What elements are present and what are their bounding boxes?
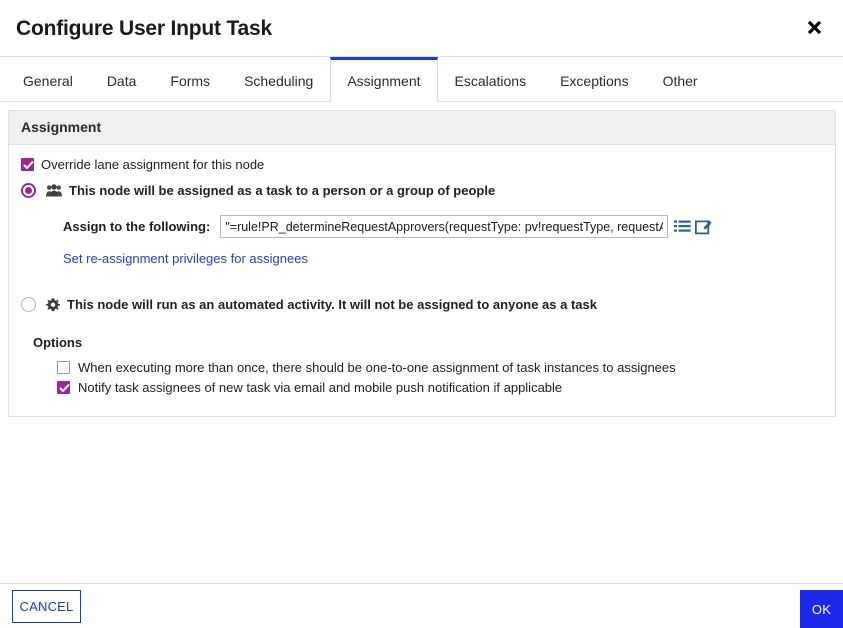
assign-to-icons — [674, 219, 712, 235]
assign-to-person-radio[interactable] — [21, 183, 36, 198]
tab-exceptions[interactable]: Exceptions — [543, 57, 645, 101]
options-heading: Options — [33, 335, 83, 350]
override-lane-row[interactable]: Override lane assignment for this node — [21, 157, 823, 172]
close-button[interactable] — [797, 10, 831, 44]
assign-to-row: Assign to the following: — [21, 215, 823, 238]
automated-activity-radio[interactable] — [21, 297, 36, 312]
tab-label: Exceptions — [560, 72, 629, 89]
tab-label: General — [23, 72, 73, 89]
assign-to-label: Assign to the following: — [63, 219, 211, 234]
tab-general[interactable]: General — [6, 57, 90, 101]
cancel-button[interactable]: CANCEL — [12, 590, 81, 623]
option-one-to-one-assignment[interactable]: When executing more than once, there sho… — [57, 360, 823, 375]
tab-escalations[interactable]: Escalations — [438, 57, 544, 101]
tab-label: Assignment — [347, 72, 421, 89]
people-group-icon — [46, 184, 62, 197]
tab-data[interactable]: Data — [90, 57, 154, 101]
tab-bar: General Data Forms Scheduling Assignment… — [0, 56, 843, 102]
automated-activity-label: This node will run as an automated activ… — [67, 297, 597, 312]
override-lane-checkbox[interactable] — [21, 158, 34, 171]
ok-button[interactable]: OK — [800, 590, 843, 628]
notify-assignees-checkbox[interactable] — [57, 381, 70, 394]
dialog-header: Configure User Input Task — [0, 0, 843, 56]
tab-label: Other — [662, 72, 698, 89]
tab-label: Data — [106, 72, 137, 89]
tab-other[interactable]: Other — [646, 57, 715, 101]
panel-header: Assignment — [9, 111, 835, 145]
radio-dot — [25, 187, 32, 194]
assign-to-person-option[interactable]: This node will be assigned as a task to … — [21, 183, 823, 198]
one-to-one-assignment-checkbox[interactable] — [57, 361, 70, 374]
tab-label: Scheduling — [244, 72, 314, 89]
tab-forms[interactable]: Forms — [153, 57, 227, 101]
assign-to-person-label: This node will be assigned as a task to … — [69, 183, 496, 198]
reassignment-privileges-link[interactable]: Set re-assignment privileges for assigne… — [63, 251, 308, 266]
check-icon — [23, 161, 34, 169]
tab-assignment[interactable]: Assignment — [330, 57, 438, 102]
panel-body: Override lane assignment for this node T… — [9, 145, 835, 416]
automated-activity-option[interactable]: This node will run as an automated activ… — [21, 297, 823, 312]
option-label: Notify task assignees of new task via em… — [78, 380, 563, 395]
option-notify-assignees[interactable]: Notify task assignees of new task via em… — [57, 380, 823, 395]
reassignment-link-row: Set re-assignment privileges for assigne… — [21, 251, 823, 266]
option-label: When executing more than once, there sho… — [78, 360, 676, 375]
check-icon — [59, 384, 70, 392]
close-icon — [806, 19, 823, 36]
gear-icon — [46, 297, 60, 312]
override-lane-label: Override lane assignment for this node — [41, 157, 265, 172]
assignment-panel: Assignment Override lane assignment for … — [8, 110, 836, 417]
dialog-footer: CANCEL OK — [0, 583, 843, 628]
options-list: When executing more than once, there sho… — [21, 360, 823, 395]
edit-expression-icon[interactable] — [695, 219, 712, 235]
list-picker-icon[interactable] — [674, 219, 691, 235]
tab-scheduling[interactable]: Scheduling — [227, 57, 330, 101]
assign-to-input[interactable] — [220, 215, 669, 238]
tab-label: Forms — [170, 72, 211, 89]
tab-label: Escalations — [454, 72, 527, 89]
page-title: Configure User Input Task — [16, 16, 272, 40]
